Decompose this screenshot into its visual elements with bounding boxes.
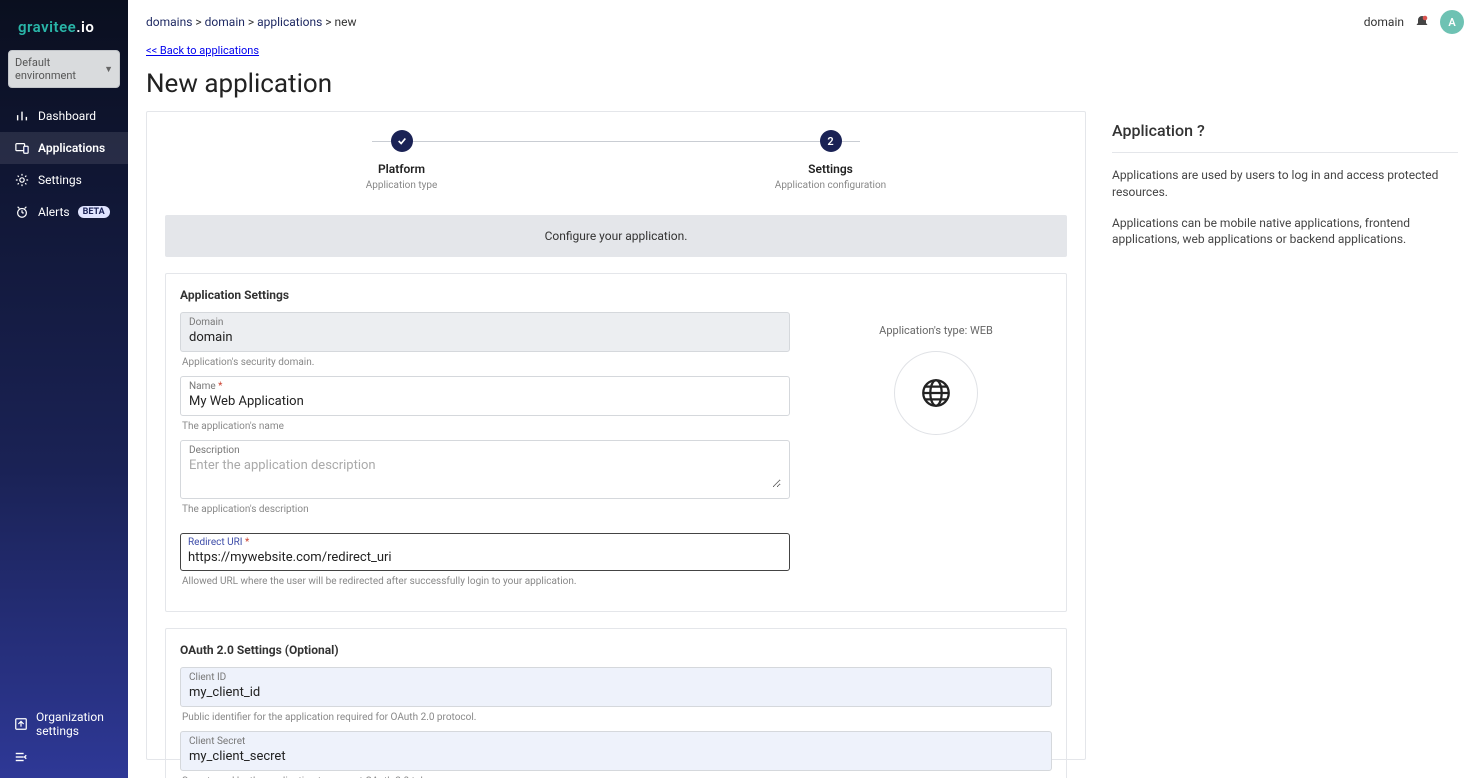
breadcrumb: domains > domain > applications > new <box>146 15 357 29</box>
domain-field-wrap: Domain <box>180 312 790 352</box>
breadcrumb-applications[interactable]: applications <box>257 15 322 29</box>
sidebar-item-label: Alerts <box>38 205 70 219</box>
sidebar-collapse-toggle[interactable] <box>14 744 118 770</box>
field-label: Redirect URI * <box>188 537 782 548</box>
field-label: Domain <box>189 317 781 328</box>
check-icon <box>391 130 413 152</box>
client-id-input[interactable] <box>189 683 1043 700</box>
field-label: Name * <box>189 381 781 392</box>
sidebar-item-alerts[interactable]: Alerts BETA <box>0 196 128 228</box>
alarm-icon <box>14 204 30 220</box>
description-field-wrap: Description <box>180 440 790 499</box>
logo: gravitee.io <box>0 0 128 50</box>
redirect-uri-help: Allowed URL where the user will be redir… <box>180 573 790 595</box>
step-settings[interactable]: 2 Settings Application configuration <box>701 130 961 191</box>
name-field-wrap: Name * <box>180 376 790 416</box>
sidebar-item-label: Applications <box>38 141 105 155</box>
oauth-settings-block: OAuth 2.0 Settings (Optional) Client ID … <box>165 628 1067 778</box>
step-title: Settings <box>808 162 853 176</box>
sidebar-item-dashboard[interactable]: Dashboard <box>0 100 128 132</box>
page-title: New application <box>128 69 1482 111</box>
beta-badge: BETA <box>78 206 110 218</box>
step-title: Platform <box>378 162 425 176</box>
domain-help: Application's security domain. <box>180 354 790 376</box>
breadcrumb-domains[interactable]: domains <box>146 15 192 29</box>
client-secret-field-wrap: Client Secret <box>180 731 1052 771</box>
app-type-label: Application's type: WEB <box>879 324 993 337</box>
description-help: The application's description <box>180 501 790 523</box>
topbar-domain-label: domain <box>1364 15 1404 29</box>
client-id-help: Public identifier for the application re… <box>180 709 1052 731</box>
environment-label: Default environment <box>15 56 104 82</box>
sidebar-item-label: Settings <box>38 173 82 187</box>
field-label: Description <box>189 445 781 456</box>
app-type-circle <box>894 351 978 435</box>
help-paragraph: Applications can be mobile native applic… <box>1112 215 1458 249</box>
chevron-down-icon: ▼ <box>104 64 113 75</box>
name-input[interactable] <box>189 392 781 409</box>
back-to-applications-link[interactable]: << Back to applications <box>146 44 259 57</box>
app-settings-block: Application Settings Domain Application'… <box>165 273 1067 612</box>
form-card: Platform Application type 2 Settings App… <box>146 111 1086 760</box>
org-settings-label: Organization settings <box>36 710 118 738</box>
bar-chart-icon <box>14 108 30 124</box>
step-platform[interactable]: Platform Application type <box>272 130 532 191</box>
description-input[interactable] <box>189 456 781 488</box>
info-banner: Configure your application. <box>165 215 1067 257</box>
help-title: Application ? <box>1112 121 1458 153</box>
step-number: 2 <box>820 130 842 152</box>
field-label: Client ID <box>189 672 1043 683</box>
client-secret-input[interactable] <box>189 747 1043 764</box>
step-subtitle: Application configuration <box>775 180 886 191</box>
breadcrumb-domain[interactable]: domain <box>205 15 245 29</box>
redirect-uri-field-wrap: Redirect URI * <box>180 533 790 571</box>
client-id-field-wrap: Client ID <box>180 667 1052 707</box>
name-help: The application's name <box>180 418 790 440</box>
sidebar-item-applications[interactable]: Applications <box>0 132 128 164</box>
avatar-initial: A <box>1448 16 1455 29</box>
step-subtitle: Application type <box>366 180 438 191</box>
block-title: Application Settings <box>180 288 1052 302</box>
globe-icon <box>919 376 953 410</box>
breadcrumb-current: new <box>335 15 357 29</box>
sidebar-item-label: Dashboard <box>38 109 96 123</box>
domain-input <box>189 328 781 345</box>
collapse-icon <box>14 750 28 764</box>
environment-selector[interactable]: Default environment ▼ <box>8 50 120 88</box>
devices-icon <box>14 140 30 156</box>
avatar[interactable]: A <box>1440 10 1464 34</box>
bell-icon[interactable] <box>1414 14 1430 30</box>
export-icon <box>14 717 28 731</box>
sidebar-item-org-settings[interactable]: Organization settings <box>14 704 118 744</box>
sidebar: gravitee.io Default environment ▼ Dashbo… <box>0 0 128 778</box>
redirect-uri-input[interactable] <box>188 548 782 565</box>
help-panel: Application ? Applications are used by u… <box>1106 111 1464 760</box>
gear-icon <box>14 172 30 188</box>
block-title: OAuth 2.0 Settings (Optional) <box>180 643 1052 657</box>
sidebar-item-settings[interactable]: Settings <box>0 164 128 196</box>
field-label: Client Secret <box>189 736 1043 747</box>
sidebar-nav: Dashboard Applications Settings Alerts <box>0 100 128 228</box>
help-paragraph: Applications are used by users to log in… <box>1112 167 1458 201</box>
client-secret-help: Secret used by the application to reques… <box>180 773 1052 778</box>
stepper: Platform Application type 2 Settings App… <box>147 130 1085 215</box>
